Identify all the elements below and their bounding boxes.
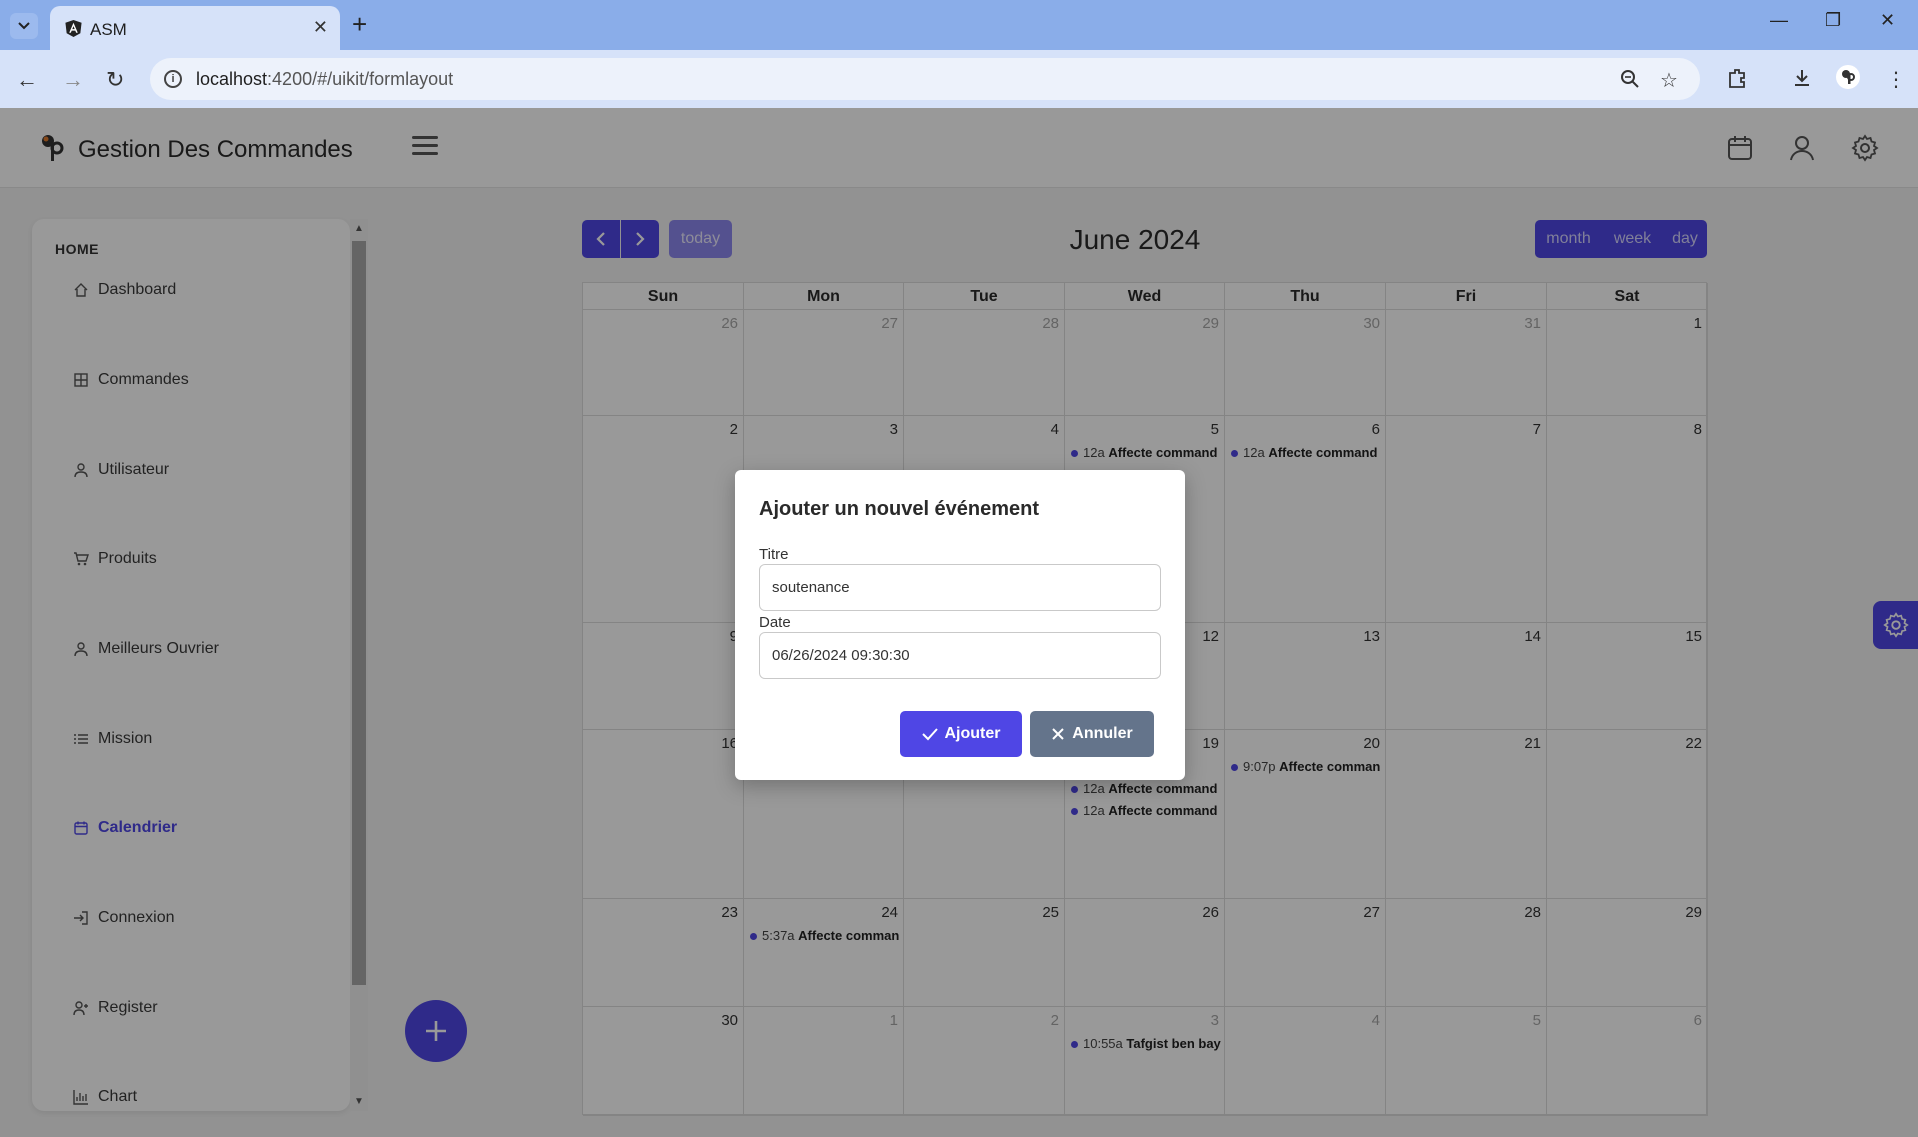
restore-icon[interactable]: ❐ [1825,10,1841,31]
cancel-button[interactable]: Annuler [1030,711,1154,757]
angular-icon [65,19,82,38]
extensions-icon[interactable] [1726,67,1748,89]
minimize-icon[interactable]: — [1770,10,1788,31]
forward-icon[interactable]: → [62,67,84,93]
zoom-icon[interactable] [1620,69,1640,89]
bookmark-star-icon[interactable]: ☆ [1660,68,1678,93]
cancel-button-label: Annuler [1072,725,1133,742]
date-input[interactable] [759,632,1161,679]
address-bar[interactable]: i localhost:4200/#/uikit/formlayout ☆ [150,58,1700,100]
check-icon [921,728,938,741]
title-field-label: Titre [759,546,789,563]
reload-icon[interactable]: ↻ [106,67,124,93]
profile-avatar[interactable] [1836,65,1860,89]
download-icon[interactable] [1791,67,1813,89]
close-window-icon[interactable]: ✕ [1880,10,1895,31]
url-text: localhost:4200/#/uikit/formlayout [196,69,454,89]
tab-title: ASM [90,20,127,39]
back-icon[interactable]: ← [16,67,38,93]
more-menu-icon[interactable]: ⋮ [1886,67,1906,92]
browser-tab[interactable]: ASM ✕ [50,6,340,50]
site-info-icon[interactable]: i [164,70,182,88]
new-tab-button[interactable]: + [352,10,367,38]
dialog-title: Ajouter un nouvel événement [759,498,1040,520]
chevron-down-icon [18,22,30,30]
add-event-button[interactable]: Ajouter [900,711,1022,757]
tab-close-icon[interactable]: ✕ [313,17,328,38]
tab-search-button[interactable] [10,13,38,39]
close-icon [1052,728,1064,740]
add-button-label: Ajouter [944,725,1001,742]
date-field-label: Date [759,614,791,631]
browser-toolbar: ← → ↻ i localhost:4200/#/uikit/formlayou… [0,50,1918,108]
app-logo-icon [1842,70,1855,84]
browser-tabstrip: ASM ✕ + — ❐ ✕ [0,0,1918,50]
title-input[interactable] [759,564,1161,611]
add-event-dialog: Ajouter un nouvel événement Titre Date A… [735,470,1185,780]
